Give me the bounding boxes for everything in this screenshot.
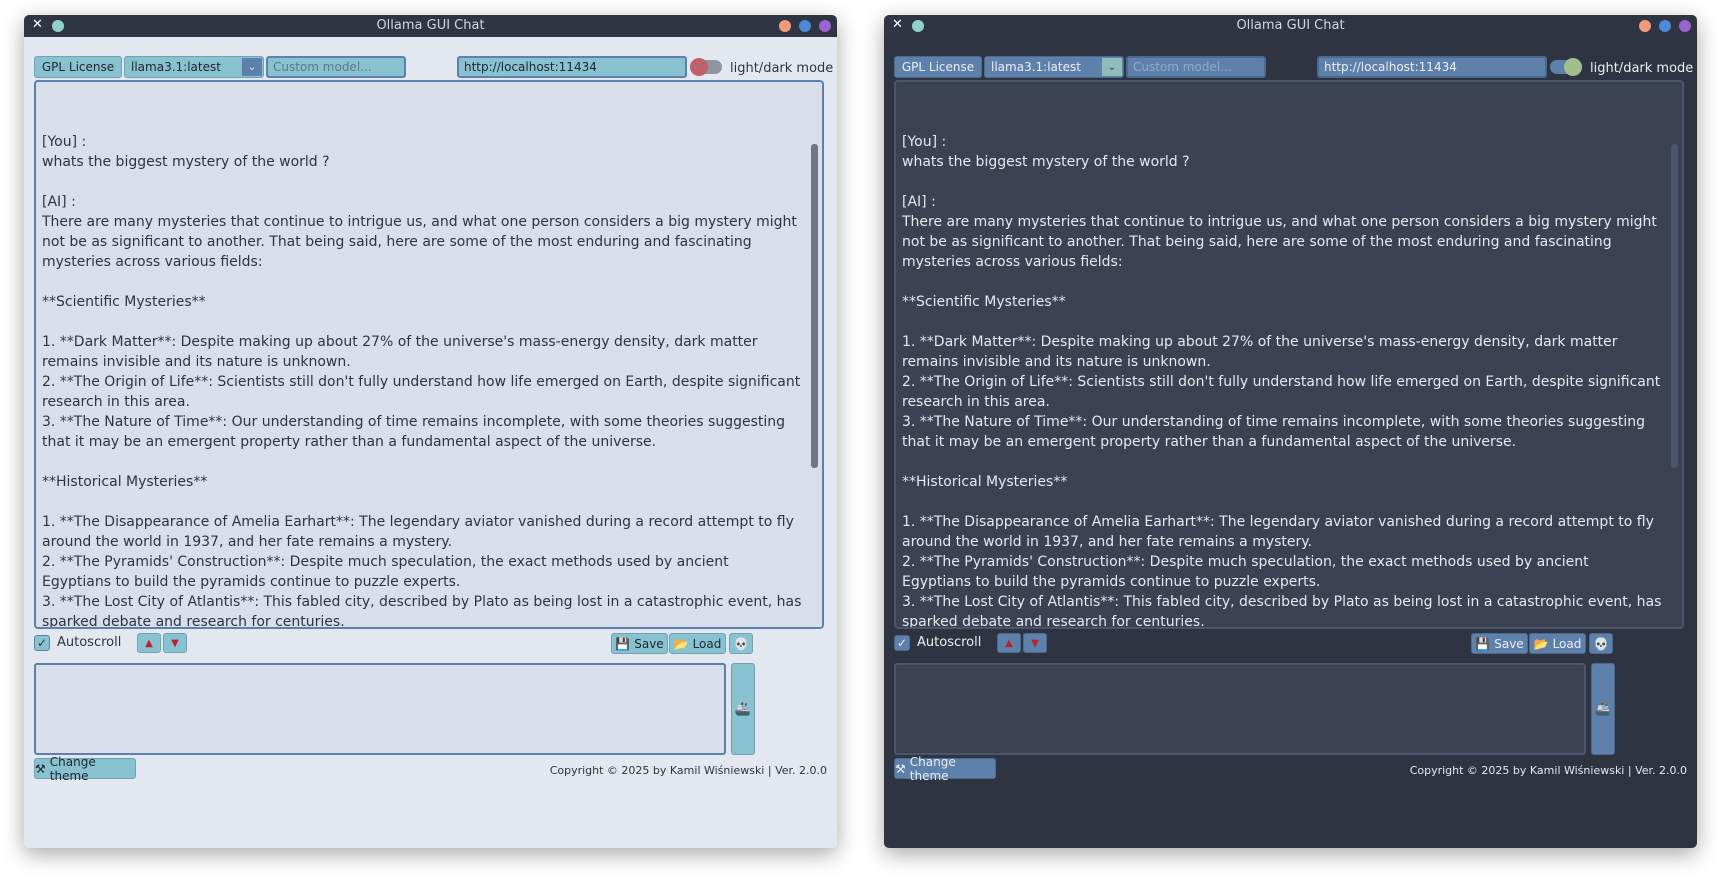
send-button[interactable]: 🚢 <box>731 663 755 755</box>
title-bar: ✕ Ollama GUI Chat <box>884 15 1697 37</box>
folder-icon: 📂 <box>1533 636 1549 651</box>
custom-model-input[interactable]: Custom model... <box>266 56 406 78</box>
change-theme-label: Change theme <box>49 754 96 783</box>
floppy-disk-icon: 💾 <box>615 636 631 651</box>
chat-scrollbar[interactable] <box>1671 144 1678 468</box>
save-label: Save <box>634 636 664 651</box>
theme-toggle[interactable] <box>690 58 722 76</box>
maximize-button[interactable] <box>799 20 811 32</box>
send-button[interactable]: 🚢 <box>1591 663 1615 755</box>
change-theme-label: Change theme <box>909 754 956 783</box>
theme-toggle-label: light/dark mode <box>1590 61 1694 76</box>
autoscroll-checkbox[interactable]: ✓ <box>894 635 910 651</box>
close-button[interactable] <box>819 20 831 32</box>
license-button[interactable]: GPL License <box>894 56 982 78</box>
custom-model-input[interactable]: Custom model... <box>1126 56 1266 78</box>
theme-toggle-label: light/dark mode <box>730 61 834 76</box>
clear-chat-button[interactable]: 💀 <box>1589 633 1613 654</box>
autoscroll-label: Autoscroll <box>57 635 122 650</box>
skull-icon: 💀 <box>1593 636 1609 651</box>
copyright-text: Copyright © 2025 by Kamil Wiśniewski | V… <box>549 764 827 777</box>
scroll-down-button[interactable]: ▼ <box>163 633 187 653</box>
scroll-down-button[interactable]: ▼ <box>1023 633 1047 653</box>
host-input[interactable]: http://localhost:11434 <box>1317 56 1547 78</box>
message-input[interactable] <box>894 663 1586 755</box>
load-label: Load <box>1552 636 1582 651</box>
maximize-button[interactable] <box>1659 20 1671 32</box>
floppy-disk-icon: 💾 <box>1475 636 1491 651</box>
copyright-text: Copyright © 2025 by Kamil Wiśniewski | V… <box>1409 764 1687 777</box>
scroll-up-button[interactable]: ▲ <box>137 633 161 653</box>
close-button[interactable] <box>1679 20 1691 32</box>
clear-chat-button[interactable]: 💀 <box>729 633 753 654</box>
host-input[interactable]: http://localhost:11434 <box>457 56 687 78</box>
load-label: Load <box>692 636 722 651</box>
skull-icon: 💀 <box>733 636 749 651</box>
model-select-value: llama3.1:latest <box>991 60 1081 74</box>
chat-history[interactable]: [You] : whats the biggest mystery of the… <box>894 80 1684 629</box>
save-label: Save <box>1494 636 1524 651</box>
save-button[interactable]: 💾 Save <box>611 633 668 654</box>
toggle-knob <box>1564 58 1582 76</box>
window-title: Ollama GUI Chat <box>1236 18 1345 33</box>
chat-scrollbar[interactable] <box>811 144 818 468</box>
tools-icon: ⚒ <box>895 761 906 776</box>
load-button[interactable]: 📂 Load <box>1529 633 1586 654</box>
title-bar: ✕ Ollama GUI Chat <box>24 15 837 37</box>
toggle-knob <box>690 58 708 76</box>
ship-icon: 🚢 <box>1594 701 1612 717</box>
save-button[interactable]: 💾 Save <box>1471 633 1528 654</box>
chat-text: [You] : whats the biggest mystery of the… <box>42 134 802 629</box>
chat-history[interactable]: [You] : whats the biggest mystery of the… <box>34 80 824 629</box>
arrow-up-icon: ▲ <box>145 637 153 649</box>
window-light-theme: ✕ Ollama GUI Chat GPL License llama3.1:l… <box>24 15 837 848</box>
chat-text: [You] : whats the biggest mystery of the… <box>902 134 1662 629</box>
autoscroll-checkbox[interactable]: ✓ <box>34 635 50 651</box>
minimize-button[interactable] <box>1639 20 1651 32</box>
window-title: Ollama GUI Chat <box>376 18 485 33</box>
ship-icon: 🚢 <box>734 701 752 717</box>
main-content: GPL License llama3.1:latest ⌄ Custom mod… <box>24 37 837 848</box>
model-select[interactable]: llama3.1:latest ⌄ <box>984 56 1124 78</box>
model-select-value: llama3.1:latest <box>131 60 221 74</box>
minimize-button[interactable] <box>779 20 791 32</box>
arrow-down-icon: ▼ <box>1031 637 1039 649</box>
main-content: GPL License llama3.1:latest ⌄ Custom mod… <box>884 37 1697 848</box>
chevron-down-icon[interactable]: ⌄ <box>1102 58 1122 76</box>
folder-icon: 📂 <box>673 636 689 651</box>
change-theme-button[interactable]: ⚒ Change theme <box>34 755 136 783</box>
arrow-down-icon: ▼ <box>171 637 179 649</box>
load-button[interactable]: 📂 Load <box>669 633 726 654</box>
message-input[interactable] <box>34 663 726 755</box>
tools-icon: ⚒ <box>35 761 46 776</box>
license-button[interactable]: GPL License <box>34 56 122 78</box>
autoscroll-label: Autoscroll <box>917 635 982 650</box>
change-theme-button[interactable]: ⚒ Change theme <box>894 755 996 783</box>
arrow-up-icon: ▲ <box>1005 637 1013 649</box>
model-select[interactable]: llama3.1:latest ⌄ <box>124 56 264 78</box>
scroll-up-button[interactable]: ▲ <box>997 633 1021 653</box>
chevron-down-icon[interactable]: ⌄ <box>242 58 262 76</box>
window-dark-theme: ✕ Ollama GUI Chat GPL License llama3.1:l… <box>884 15 1697 848</box>
theme-toggle[interactable] <box>1550 58 1582 76</box>
